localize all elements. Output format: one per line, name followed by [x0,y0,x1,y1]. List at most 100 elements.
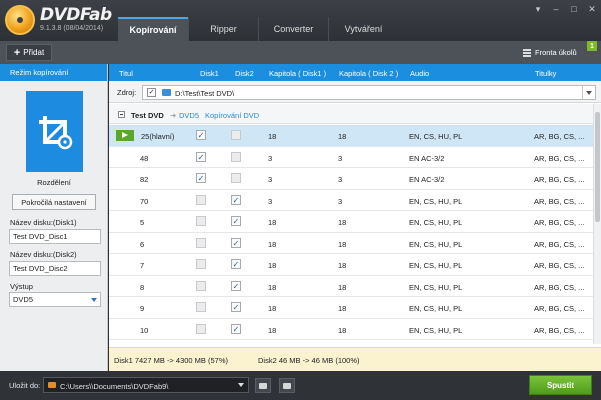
chevron-down-icon[interactable] [582,86,595,99]
disk1-checkbox[interactable] [196,280,206,291]
col-disk1[interactable]: Disk1 [200,69,219,78]
window-controls: ▾ – □ ✕ [533,4,597,15]
tab-creator[interactable]: Vytváření [328,17,398,41]
copy-mode-header: Režim kopírování [0,64,107,81]
scrollbar-thumb[interactable] [595,112,600,222]
title-cell: 7 [140,261,145,270]
start-button[interactable]: Spustit [529,375,592,395]
arrow-right-icon: ➜ [170,111,177,120]
table-row[interactable]: 82 ✓ 3 3 EN AC-3/2 AR, BG, CS, ... [109,168,593,190]
source-select[interactable]: ✓ D:\Test\Test DVD\ [142,85,596,100]
table-row[interactable]: 48 ✓ 3 3 EN AC-3/2 AR, BG, CS, ... [109,147,593,168]
table-row[interactable]: 25(hlavní) ✓ 18 18 EN, CS, HU, PL AR, BG, CS,… [109,125,593,147]
table-row[interactable]: 10 ✓ 18 18 EN, CS, HU, PL AR, BG, CS, ... [109,319,593,340]
table-row[interactable]: 6 ✓ 18 18 EN, CS, HU, PL AR, BG, CS, ... [109,233,593,254]
disk2-summary: Disk2 46 MB -> 46 MB (100%) [258,356,360,365]
toolbar: + Přidat Fronta úkolů 1 [0,41,601,64]
output-label: Výstup [10,282,33,291]
disc2-name-input[interactable]: Test DVD_Disc2 [9,261,101,276]
minimize-icon[interactable]: – [551,4,561,15]
play-icon[interactable] [116,130,134,141]
disk2-checkbox[interactable]: ✓ [231,237,241,248]
table-row[interactable]: 8 ✓ 18 18 EN, CS, HU, PL AR, BG, CS, ... [109,276,593,297]
col-disk2[interactable]: Disk2 [235,69,254,78]
disk1-checkbox[interactable] [196,237,206,248]
title-cell: 9 [140,304,145,313]
audio-cell: EN, CS, HU, PL [409,282,463,292]
title-cell: 8 [140,282,145,292]
subtitles-cell: AR, BG, CS, ... [534,153,585,163]
chapter-disk2-cell: 3 [338,153,343,163]
table-row[interactable]: 70 ✓ 3 3 EN, CS, HU, PL AR, BG, CS, ... [109,190,593,211]
save-path-select[interactable]: C:\Users\\Documents\DVDFab9\ [43,377,249,393]
title-cell: 48 [140,153,149,163]
plus-icon: + [13,46,21,59]
audio-cell: EN, CS, HU, PL [409,196,463,206]
chapter-disk2-cell: 18 [338,325,347,335]
source-path: D:\Test\Test DVD\ [175,89,235,98]
disk1-checkbox[interactable]: ✓ [196,173,206,183]
title-rows: 25(hlavní) ✓ 18 18 EN, CS, HU, PL AR, BG, CS,… [109,125,593,340]
task-queue-button[interactable]: Fronta úkolů [523,44,587,61]
disk2-checkbox[interactable]: ✓ [231,302,241,312]
subtitles-cell: AR, BG, CS, ... [534,218,585,227]
source-checkbox[interactable]: ✓ [147,88,156,97]
col-chapter-disk1[interactable]: Kapitola ( Disk1 ) [269,69,326,78]
disk1-checkbox[interactable] [196,302,206,312]
output-select[interactable]: DVD5 [9,292,101,307]
menu-dropdown-icon[interactable]: ▾ [533,4,543,15]
chapter-disk1-cell: 3 [268,196,273,206]
disk1-checkbox[interactable] [196,323,206,334]
disk1-checkbox[interactable] [196,194,206,205]
split-mode-tile[interactable] [26,91,83,172]
disk1-checkbox[interactable]: ✓ [196,130,206,140]
source-label: Zdroj: [117,88,137,97]
disk2-checkbox[interactable]: ✓ [231,216,241,226]
table-row[interactable]: 9 ✓ 18 18 EN, CS, HU, PL AR, BG, CS, ... [109,297,593,319]
disc1-name-input[interactable]: Test DVD_Disc1 [9,229,101,244]
vertical-scrollbar[interactable] [593,104,601,344]
tab-copy[interactable]: Kopírování [118,17,188,41]
disk2-checkbox[interactable] [231,130,241,140]
collapse-icon[interactable] [118,111,125,118]
title-cell: 82 [140,175,149,184]
col-title[interactable]: Titul [119,69,133,78]
add-button[interactable]: + Přidat [6,44,52,61]
col-audio[interactable]: Audio [410,69,429,78]
maximize-icon[interactable]: □ [569,4,579,15]
title-cell: 70 [140,196,149,206]
disk1-checkbox[interactable] [196,216,206,226]
disk2-checkbox[interactable]: ✓ [231,280,241,291]
table-row[interactable]: 7 ✓ 18 18 EN, CS, HU, PL AR, BG, CS, ... [109,254,593,276]
disk2-checkbox[interactable]: ✓ [231,259,241,269]
subtitles-cell: AR, BG, CS, ... [534,175,585,184]
disk2-checkbox[interactable]: ✓ [231,323,241,334]
chapter-disk1-cell: 3 [268,153,273,163]
col-chapter-disk2[interactable]: Kapitola ( Disk 2 ) [339,69,398,78]
chevron-down-icon[interactable] [238,383,244,387]
app-logo: DVDFab 9.1.3.8 (08/04/2014) [5,5,112,35]
disk2-checkbox[interactable] [231,151,241,162]
folder-icon [162,89,171,96]
advanced-settings-button[interactable]: Pokročilá nastavení [12,194,96,210]
subtitles-cell: AR, BG, CS, ... [534,132,585,141]
subtitles-cell: AR, BG, CS, ... [534,261,585,270]
chapter-disk1-cell: 18 [268,132,277,141]
iso-file-icon[interactable] [279,378,295,393]
table-row[interactable]: 5 ✓ 18 18 EN, CS, HU, PL AR, BG, CS, ... [109,211,593,233]
disk1-checkbox[interactable] [196,259,206,269]
main-tabs: Kopírování Ripper Converter Vytváření [118,17,398,41]
col-subtitles[interactable]: Titulky [535,69,556,78]
audio-cell: EN, CS, HU, PL [409,218,463,227]
disk2-checkbox[interactable]: ✓ [231,194,241,205]
audio-cell: EN, CS, HU, PL [409,239,463,249]
queue-list-icon [523,48,531,57]
disk1-checkbox[interactable]: ✓ [196,151,206,162]
browse-folder-icon[interactable] [255,378,271,393]
title-bar: DVDFab 9.1.3.8 (08/04/2014) Kopírování R… [0,0,601,41]
close-icon[interactable]: ✕ [587,4,597,15]
tab-converter[interactable]: Converter [258,17,328,41]
tab-ripper[interactable]: Ripper [188,17,258,41]
disk2-checkbox[interactable] [231,173,241,183]
save-to-label: Uložit do: [9,381,41,390]
